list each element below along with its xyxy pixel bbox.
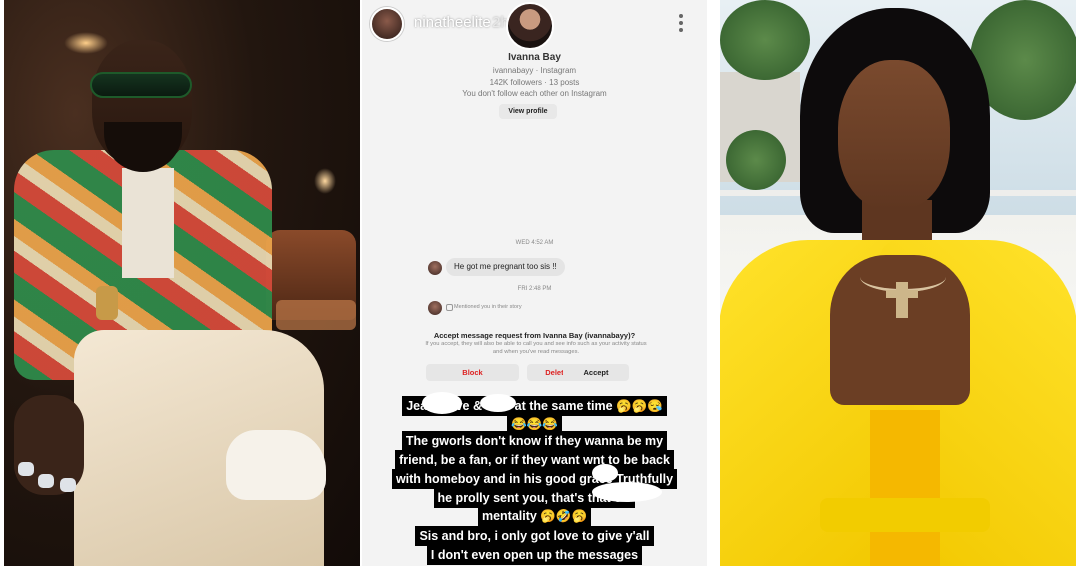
profile-stats: 142K followers · 13 posts bbox=[489, 78, 580, 87]
white-shirt bbox=[122, 168, 174, 278]
diamond-ring bbox=[60, 478, 76, 492]
chair-seat bbox=[276, 300, 356, 330]
more-options-icon[interactable] bbox=[674, 10, 688, 36]
caption-line: friend, be a fan, or if they want wnt to… bbox=[362, 450, 707, 470]
table-candle bbox=[314, 168, 336, 194]
diamond-ring bbox=[18, 462, 34, 476]
instagram-story-screenshot: ninatheelite 2h Ivanna Bay ivannabayy · … bbox=[362, 0, 707, 566]
green-sunglasses bbox=[90, 72, 192, 98]
caption-line: Sis and bro, i only got love to give y'a… bbox=[362, 526, 707, 546]
yellow-belt bbox=[820, 498, 990, 532]
story-avatar[interactable] bbox=[370, 7, 404, 41]
story-mention-icon bbox=[446, 304, 453, 311]
accept-button[interactable]: Accept bbox=[563, 364, 629, 381]
caption-line: Jeal s love & hate at the same time 🥱🥱😪 bbox=[362, 396, 707, 416]
left-photo bbox=[4, 0, 360, 566]
caption-line: I don't even open up the messages bbox=[362, 545, 707, 565]
sender-avatar bbox=[428, 261, 442, 275]
redaction-scribble bbox=[480, 394, 516, 412]
request-body: If you accept, they will also be able to… bbox=[425, 341, 647, 355]
message-timestamp: WED 4:52 AM bbox=[515, 240, 554, 246]
yellow-top bbox=[870, 410, 940, 566]
diamond-ring bbox=[38, 474, 54, 488]
block-button[interactable]: Block bbox=[426, 364, 519, 381]
profile-handle: ivannabayy · Instagram bbox=[492, 66, 577, 75]
message-timestamp: FRI 2:48 PM bbox=[517, 286, 552, 292]
profile-name: Ivanna Bay bbox=[508, 52, 561, 63]
right-photo bbox=[720, 0, 1076, 566]
caption-line: The gworls don't know if they wanna be m… bbox=[362, 431, 707, 451]
follow-status: You don't follow each other on Instagram bbox=[462, 89, 607, 98]
sender-avatar bbox=[428, 301, 442, 315]
wall-lamp bbox=[64, 32, 108, 54]
bush bbox=[726, 130, 786, 190]
white-sneaker bbox=[226, 430, 326, 500]
profile-avatar bbox=[506, 2, 554, 50]
view-profile-button[interactable]: View profile bbox=[499, 104, 557, 119]
gold-watch bbox=[96, 286, 118, 320]
cross-pendant-bar bbox=[886, 290, 918, 298]
request-title: Accept message request from Ivanna Bay (… bbox=[433, 331, 636, 340]
woman-face bbox=[838, 60, 950, 210]
message-bubble: He got me pregnant too sis !! bbox=[446, 258, 565, 276]
cross-pendant bbox=[896, 282, 908, 318]
redaction-scribble bbox=[592, 482, 662, 502]
caption-line: mentality 🥱🤣🥱 bbox=[362, 506, 707, 526]
redaction-scribble bbox=[592, 464, 618, 482]
mention-text: Mentioned you in their story bbox=[454, 304, 522, 310]
palm-tree bbox=[720, 0, 810, 80]
story-username[interactable]: ninatheelite bbox=[414, 14, 491, 31]
redaction-scribble bbox=[422, 392, 462, 414]
